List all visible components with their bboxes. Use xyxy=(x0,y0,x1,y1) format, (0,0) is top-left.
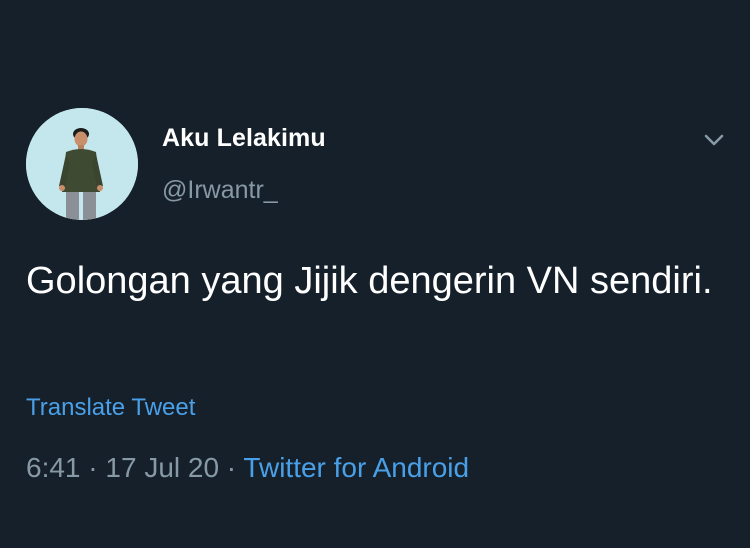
chevron-down-icon[interactable] xyxy=(700,128,728,152)
tweet-meta: 6:41 · 17 Jul 20 · Twitter for Android xyxy=(26,452,469,484)
tweet-card: Aku Lelakimu @Irwantr_ Golongan yang Jij… xyxy=(0,0,750,548)
meta-separator: · xyxy=(80,452,106,483)
user-handle[interactable]: @Irwantr_ xyxy=(162,176,278,205)
avatar[interactable] xyxy=(26,108,138,220)
tweet-date: 17 Jul 20 xyxy=(105,452,220,483)
meta-separator: · xyxy=(219,452,244,483)
avatar-photo xyxy=(26,108,138,220)
tweet-time: 6:41 xyxy=(26,452,81,483)
tweet-source-link[interactable]: Twitter for Android xyxy=(243,452,469,483)
display-name[interactable]: Aku Lelakimu xyxy=(162,124,326,153)
tweet-text: Golongan yang Jijik dengerin VN sendiri. xyxy=(26,260,713,302)
translate-tweet-link[interactable]: Translate Tweet xyxy=(26,394,195,422)
